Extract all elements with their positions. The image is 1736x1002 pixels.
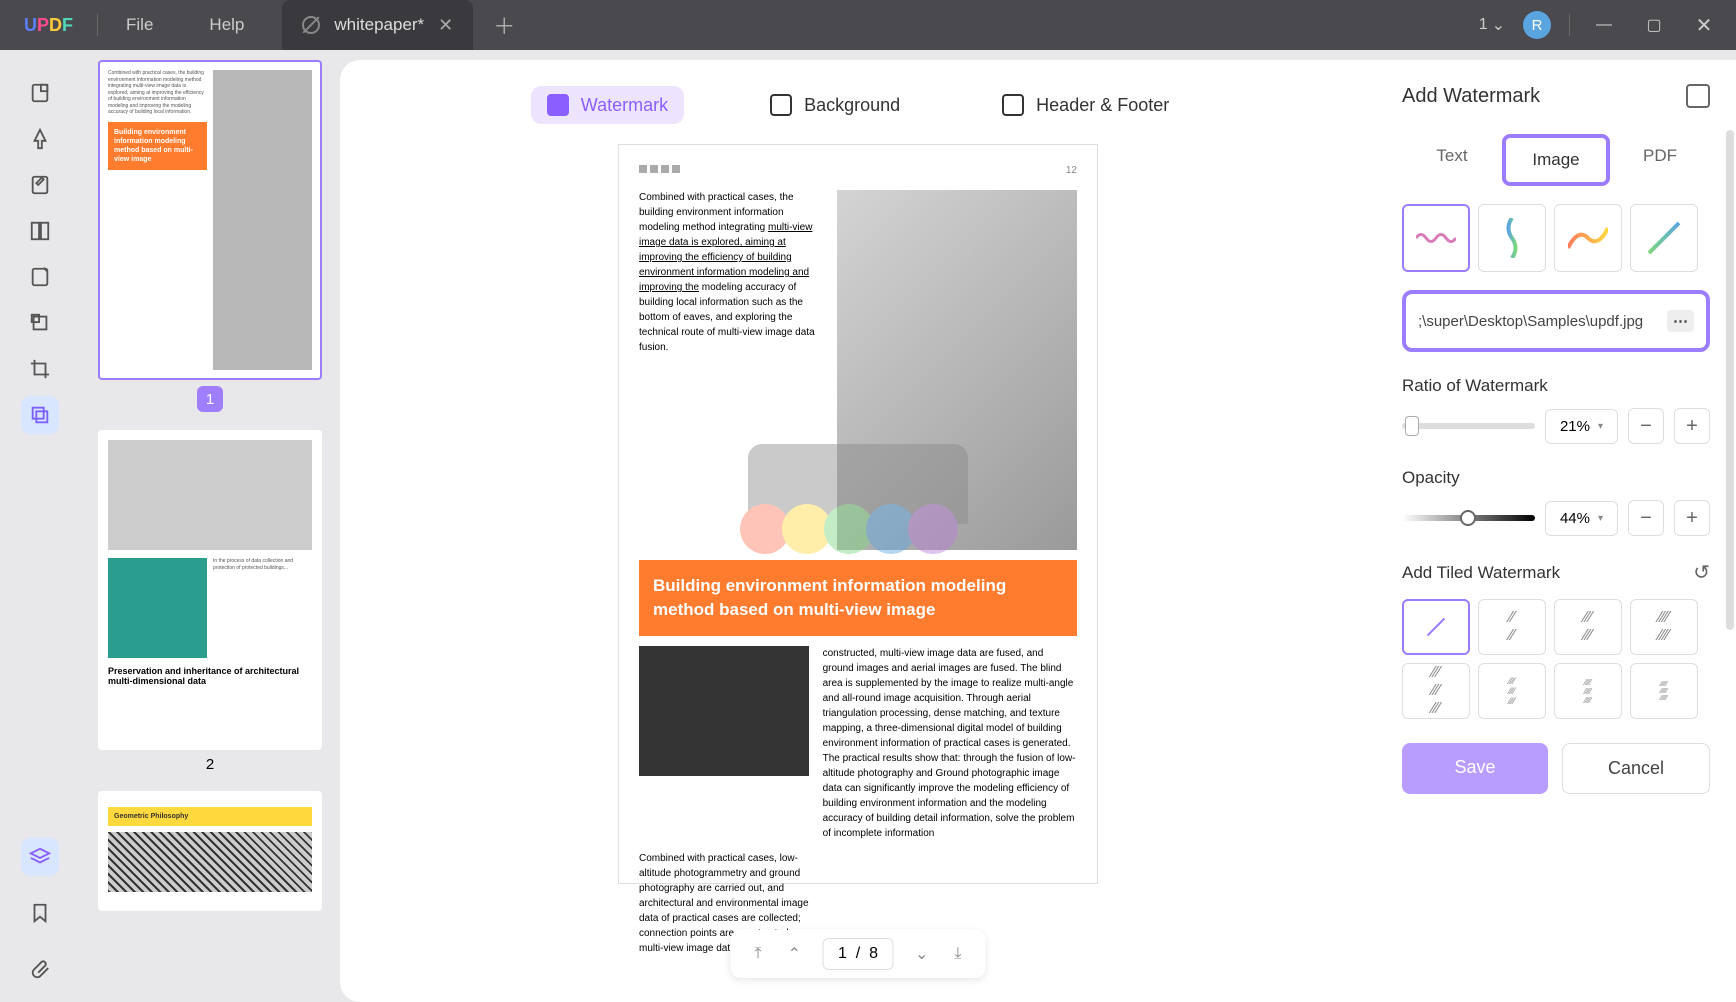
maximize-button[interactable]: ▢ [1638,9,1670,41]
main-area: Watermark Background Header & Footer 12 … [340,60,1376,1002]
save-button[interactable]: Save [1402,743,1548,794]
tab-disabled-icon [302,16,320,34]
tile-2x2[interactable]: ⁄⁄⁄⁄ [1478,599,1546,655]
ratio-slider[interactable] [1402,423,1535,429]
background-icon [770,94,792,116]
thumbnail-number-1: 1 [197,386,223,412]
preset-4[interactable] [1630,204,1698,272]
sidebar-bookmark-icon[interactable] [21,894,59,932]
chevron-down-icon: ▾ [1598,513,1603,524]
thumbnail-image [213,70,312,370]
sidebar-crop-icon[interactable] [21,350,59,388]
thumbnail-panel: Combined with practical cases, the build… [80,60,340,1002]
thumbnail-page-3[interactable]: Geometric Philosophy [98,791,322,911]
close-window-button[interactable]: ✕ [1688,9,1720,41]
minimize-button[interactable]: — [1588,9,1620,41]
document-page: 12 Combined with practical cases, the bu… [618,144,1098,884]
sidebar-form-icon[interactable] [21,258,59,296]
tile-4x2[interactable]: ⁄⁄⁄⁄⁄⁄⁄⁄ [1630,599,1698,655]
cancel-button[interactable]: Cancel [1562,743,1710,794]
ratio-value[interactable]: 21%▾ [1545,409,1618,444]
prev-page-button[interactable]: ⌃ [784,940,805,968]
sidebar-organize-icon[interactable] [21,212,59,250]
tile-none[interactable] [1402,599,1470,655]
panel-title: Add Watermark [1402,85,1540,108]
tab-background[interactable]: Background [754,86,916,124]
user-avatar[interactable]: R [1523,11,1551,39]
opacity-slider[interactable] [1402,515,1535,521]
thumbnail-page-2[interactable]: In the process of data collection and pr… [98,430,322,750]
window-count[interactable]: 1 ⌄ [1479,15,1505,35]
page-navigation: ⤒ ⌃ 1 / 8 ⌄ ⤓ [730,930,985,978]
sidebar-layers-icon[interactable] [21,838,59,876]
scrollbar[interactable] [1726,130,1734,630]
menu-help[interactable]: Help [181,15,272,35]
new-tab-button[interactable]: ＋ [493,9,515,41]
wm-tab-text[interactable]: Text [1402,134,1502,186]
ratio-plus-button[interactable]: + [1674,408,1710,444]
tile-4x3[interactable]: ⁄⁄⁄⁄⁄⁄⁄⁄⁄⁄⁄⁄ [1478,663,1546,719]
sidebar-page-tools-icon[interactable] [21,396,59,434]
sidebar-highlight-icon[interactable] [21,120,59,158]
sidebar-edit-icon[interactable] [21,166,59,204]
save-preset-icon[interactable] [1686,84,1710,108]
tile-3x2[interactable]: ⁄⁄⁄⁄⁄⁄ [1554,599,1622,655]
separator [1569,14,1570,36]
watermark-presets [1402,204,1710,272]
watermark-panel: Add Watermark Text Image PDF ;\super\Des… [1376,60,1736,1002]
watermark-icon [547,94,569,116]
tile-6x3[interactable]: ⁄⁄⁄⁄⁄⁄⁄⁄⁄⁄⁄⁄⁄⁄⁄⁄⁄⁄ [1630,663,1698,719]
wm-tab-pdf[interactable]: PDF [1610,134,1710,186]
page-number: 12 [1066,165,1077,176]
opacity-plus-button[interactable]: + [1674,500,1710,536]
opacity-value[interactable]: 44%▾ [1545,501,1618,536]
watermark-preview [748,444,968,584]
page-tools-tabs: Watermark Background Header & Footer [340,60,1376,144]
sidebar-reader-icon[interactable] [21,74,59,112]
preset-2[interactable] [1478,204,1546,272]
header-footer-icon [1002,94,1024,116]
first-page-button[interactable]: ⤒ [750,941,765,967]
preset-3[interactable] [1554,204,1622,272]
opacity-label: Opacity [1402,468,1710,488]
next-page-button[interactable]: ⌄ [911,940,932,968]
document-view[interactable]: 12 Combined with practical cases, the bu… [340,144,1376,1002]
preset-1[interactable] [1402,204,1470,272]
thumbnail-page-1[interactable]: Combined with practical cases, the build… [98,60,322,380]
chevron-down-icon: ⌄ [1492,15,1505,35]
chevron-down-icon: ▾ [1598,421,1603,432]
document-tab[interactable]: whitepaper* ✕ [282,0,473,50]
wm-tab-image[interactable]: Image [1502,134,1610,186]
menu-file[interactable]: File [98,15,181,35]
tile-3x3[interactable]: ⁄⁄⁄⁄⁄⁄⁄⁄⁄ [1402,663,1470,719]
titlebar: UPDF File Help whitepaper* ✕ ＋ 1 ⌄ R — ▢… [0,0,1736,50]
watermark-type-tabs: Text Image PDF [1402,134,1710,186]
ratio-minus-button[interactable]: − [1628,408,1664,444]
last-page-button[interactable]: ⤓ [950,941,965,967]
ratio-label: Ratio of Watermark [1402,376,1710,396]
sidebar-attachment-icon[interactable] [21,950,59,988]
watermark-file-path[interactable]: ;\super\Desktop\Samples\updf.jpg ⋯ [1402,290,1710,352]
left-sidebar [0,60,80,1002]
tab-close-button[interactable]: ✕ [438,15,453,36]
tile-label: Add Tiled Watermark [1402,563,1560,583]
page-header-icons [639,165,680,176]
tab-header-footer[interactable]: Header & Footer [986,86,1185,124]
sidebar-ocr-icon[interactable] [21,304,59,342]
opacity-minus-button[interactable]: − [1628,500,1664,536]
reset-tile-icon[interactable]: ↺ [1693,560,1710,585]
page-input[interactable]: 1 / 8 [823,938,893,970]
browse-file-button[interactable]: ⋯ [1667,310,1694,332]
doc-secondary-image [639,646,809,776]
tab-title: whitepaper* [334,15,424,35]
tile-pattern-grid: ⁄⁄⁄⁄ ⁄⁄⁄⁄⁄⁄ ⁄⁄⁄⁄⁄⁄⁄⁄ ⁄⁄⁄⁄⁄⁄⁄⁄⁄ ⁄⁄⁄⁄⁄⁄⁄⁄⁄… [1402,599,1710,719]
thumbnail-number-2: 2 [98,756,322,773]
tab-watermark[interactable]: Watermark [531,86,684,124]
tile-5x3[interactable]: ⁄⁄⁄⁄⁄⁄⁄⁄⁄⁄⁄⁄⁄⁄⁄ [1554,663,1622,719]
logo: UPDF [0,15,97,36]
